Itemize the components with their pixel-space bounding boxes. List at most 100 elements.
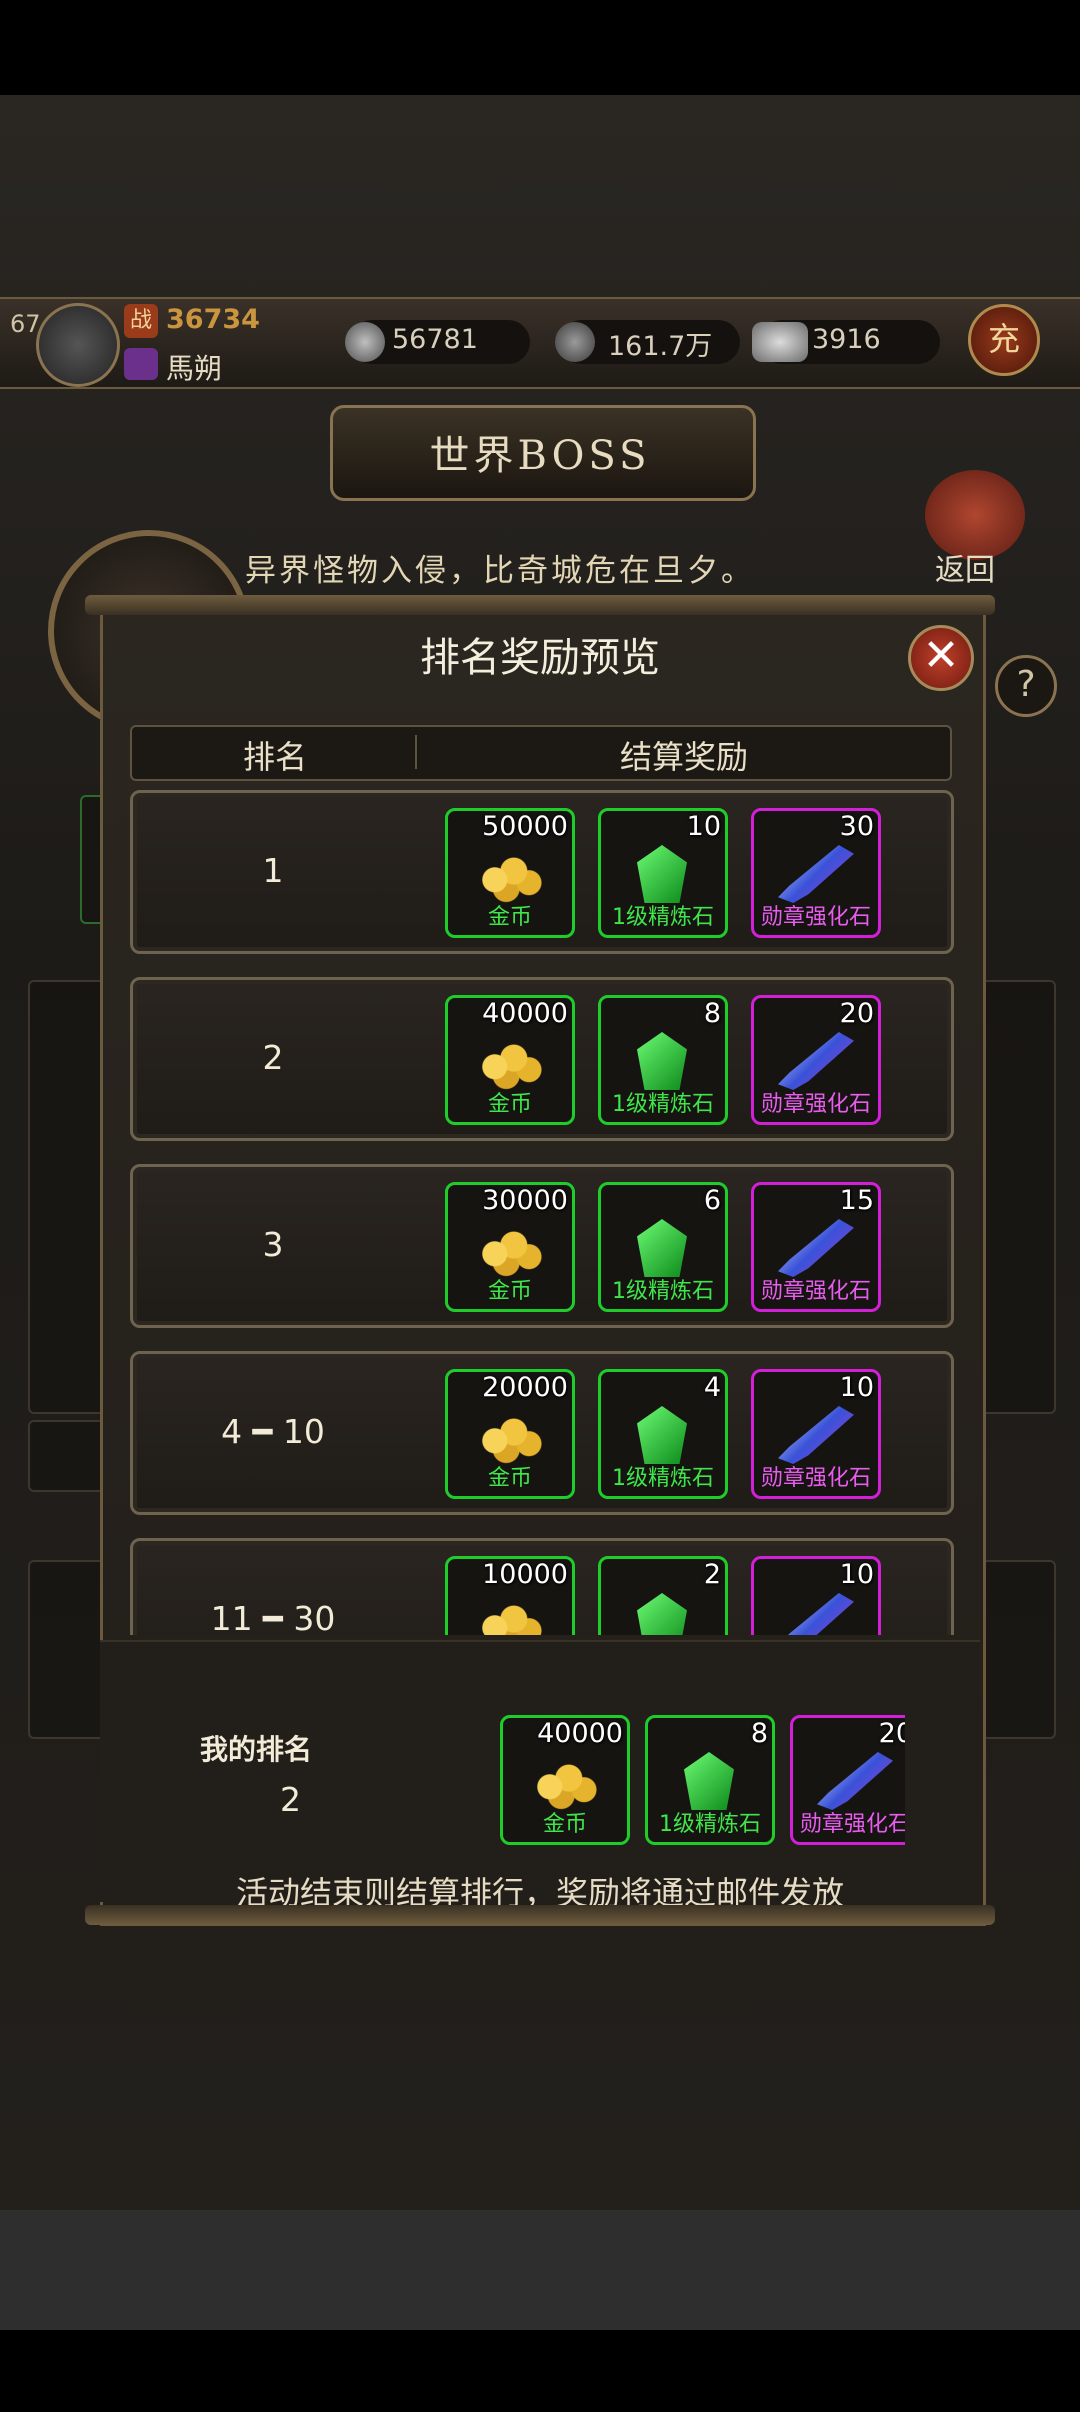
item-count: 4 [703,1372,721,1403]
medal-stone-reward-item[interactable]: 20 勋章强化石 [751,995,881,1125]
my-rank-label: 我的排名 [200,1733,313,1766]
coin-value: 161.7万 [608,331,713,362]
table-row: 11 ━ 30 10000 金币 2 1级精炼石 10 勋章强化石 [130,1538,954,1635]
item-label: 1级精炼石 [612,1466,714,1491]
system-navigation-bar [0,2210,1080,2330]
item-label: 勋章强化石 [760,905,871,930]
gem-reward-item[interactable]: 6 1级精炼石 [598,1182,728,1312]
rank-value: 3 [262,1225,284,1264]
item-count: 10 [686,811,721,842]
gold-coins-icon [527,1752,603,1810]
medal-stone-reward-item[interactable]: 30 勋章强化石 [751,808,881,938]
ingot-value: 3916 [812,324,881,355]
green-gem-icon [637,1593,687,1635]
column-header-rank: 排名 [242,738,307,776]
dialog-top-frame [85,595,995,615]
medal-stone-reward-item[interactable]: 10 勋章强化石 [751,1556,881,1635]
item-label: 金币 [487,1279,532,1304]
gold-reward-item[interactable]: 40000 金币 [500,1715,630,1845]
item-label: 勋章强化石 [760,1092,871,1117]
item-count: 40000 [537,1718,623,1749]
avatar[interactable] [36,303,120,387]
sycee-value: 56781 [392,324,478,355]
bottom-edge [0,2330,1080,2412]
table-row: 3 30000 金币 6 1级精炼石 15 勋章强化石 [130,1164,954,1328]
item-count: 50000 [482,811,568,842]
item-count: 10000 [482,1559,568,1590]
medal-stone-icon [778,1032,854,1090]
gold-coins-icon [472,845,548,903]
dialog-bottom-frame [85,1905,995,1925]
medal-stone-reward-item[interactable]: 15 勋章强化石 [751,1182,881,1312]
event-intro: 异界怪物入侵，比奇城危在旦夕。 [245,553,755,589]
status-bar-area [0,0,1080,95]
green-gem-icon [637,1032,687,1090]
table-row: 2 40000 金币 8 1级精炼石 20 勋章强化石 [130,977,954,1141]
item-count: 40000 [482,998,568,1029]
gold-coins-icon [472,1219,548,1277]
table-row: 4 ━ 10 20000 金币 4 1级精炼石 10 勋章强化石 [130,1351,954,1515]
gold-coins-icon [472,1593,548,1635]
gem-reward-item[interactable]: 4 1级精炼石 [598,1369,728,1499]
medal-stone-icon [778,1219,854,1277]
vip-icon [124,348,158,380]
gold-reward-item[interactable]: 20000 金币 [445,1369,575,1499]
green-gem-icon [637,1219,687,1277]
medal-stone-icon [778,1593,854,1635]
gem-reward-item[interactable]: 8 1级精炼石 [598,995,728,1125]
table-row: 1 50000 金币 10 1级精炼石 30 勋章强化石 [130,790,954,954]
gem-reward-item[interactable]: 8 1级精炼石 [645,1715,775,1845]
green-gem-icon [637,845,687,903]
close-button[interactable]: ✕ [908,625,974,691]
rank-value: 2 [262,1038,284,1077]
rank-value: 4 ━ 10 [221,1412,325,1451]
medal-stone-icon [778,1406,854,1464]
green-gem-icon [684,1752,734,1810]
item-count: 2 [703,1559,721,1590]
player-level: 67 [10,310,41,338]
medal-stone-icon [817,1752,893,1810]
green-gem-icon [637,1406,687,1464]
item-count: 8 [750,1718,768,1749]
item-label: 1级精炼石 [612,905,714,930]
medal-stone-reward-item[interactable]: 20 勋章强化石 [790,1715,905,1845]
back-label[interactable]: 返回 [935,545,995,589]
item-label: 勋章强化石 [760,1466,871,1491]
item-count: 8 [703,998,721,1029]
rank-value: 11 ━ 30 [210,1599,336,1635]
recharge-button[interactable]: 充 [968,304,1040,376]
coin-icon [555,322,595,362]
dialog-title: 排名奖励预览 [420,635,660,681]
my-rank-value: 2 [280,1780,301,1819]
rank-value: 1 [262,851,284,890]
help-button[interactable]: ? [995,655,1057,717]
item-label: 金币 [487,1466,532,1491]
combat-power: 36734 [166,304,260,335]
item-count: 30 [839,811,874,842]
sycee-icon [345,322,385,362]
player-name: 馬朔 [166,352,223,385]
item-label: 1级精炼石 [612,1279,714,1304]
ingot-icon [752,322,808,362]
gold-reward-item[interactable]: 40000 金币 [445,995,575,1125]
gold-reward-item[interactable]: 10000 金币 [445,1556,575,1635]
item-label: 金币 [487,905,532,930]
item-count: 20 [839,998,874,1029]
gem-reward-item[interactable]: 10 1级精炼石 [598,808,728,938]
column-header-reward: 结算奖励 [619,738,748,776]
gold-reward-item[interactable]: 30000 金币 [445,1182,575,1312]
item-count: 20000 [482,1372,568,1403]
gold-reward-item[interactable]: 50000 金币 [445,808,575,938]
medal-stone-icon [778,845,854,903]
medal-stone-reward-item[interactable]: 10 勋章强化石 [751,1369,881,1499]
item-label: 勋章强化石 [760,1279,871,1304]
page-title: 世界BOSS [429,433,651,479]
gold-coins-icon [472,1406,548,1464]
reward-list[interactable]: 1 50000 金币 10 1级精炼石 30 勋章强化石 2 40000 金币 … [125,790,955,1635]
item-count: 20 [878,1718,905,1749]
item-count: 6 [703,1185,721,1216]
gem-reward-item[interactable]: 2 1级精炼石 [598,1556,728,1635]
item-label: 金币 [487,1092,532,1117]
item-label: 勋章强化石 [799,1812,905,1837]
column-divider [415,735,417,769]
